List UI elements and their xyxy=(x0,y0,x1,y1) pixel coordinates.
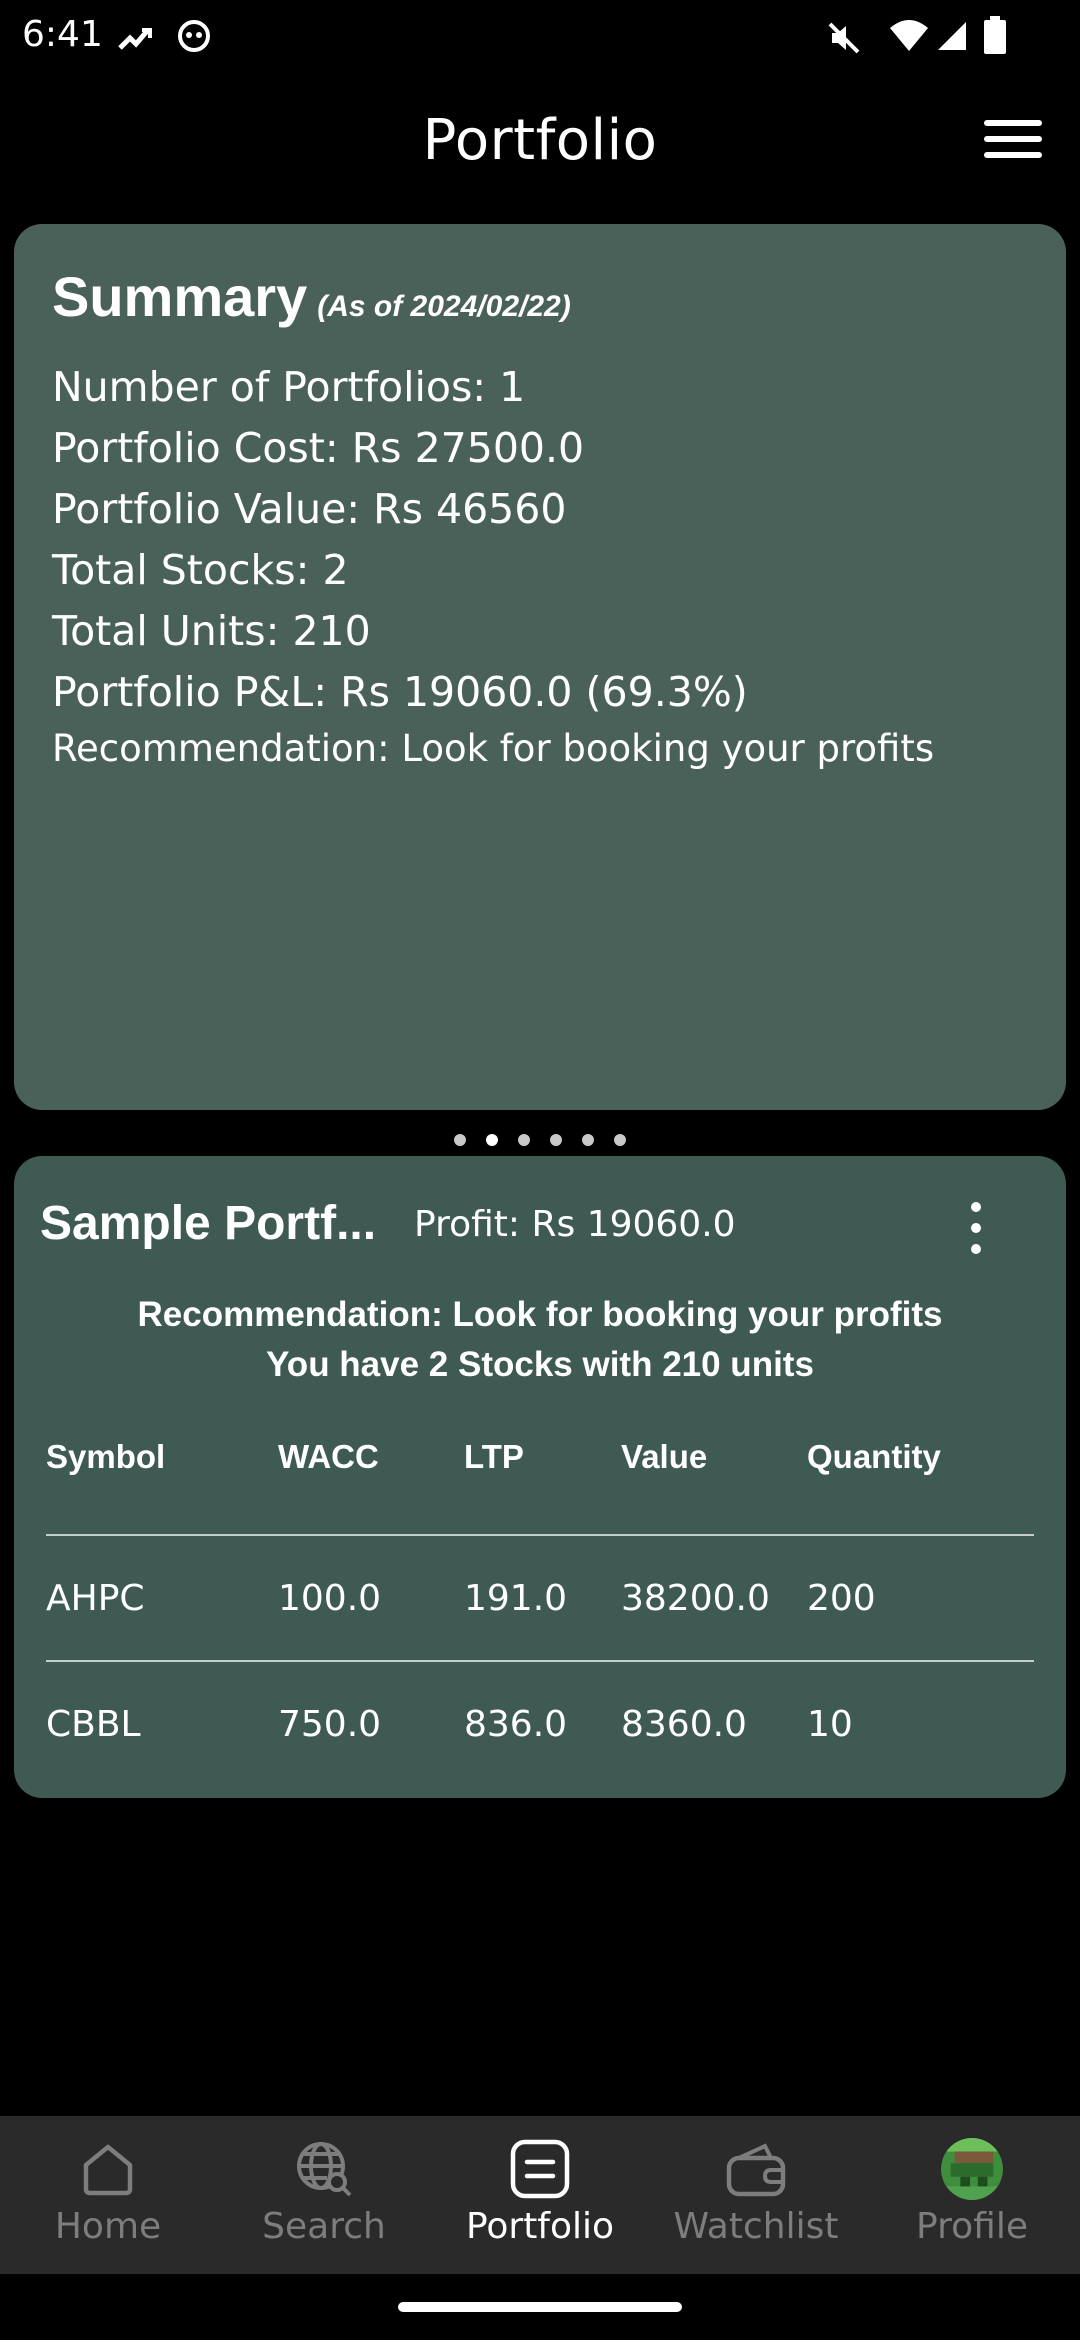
cell-ltp: 836.0 xyxy=(464,1703,568,1745)
status-bar: 6:41 xyxy=(0,0,1080,80)
nav-label-profile: Profile xyxy=(916,2206,1028,2247)
summary-recommendation: Recommendation: Look for booking your pr… xyxy=(52,727,935,770)
portfolio-stocks-summary: You have 2 Stocks with 210 units xyxy=(266,1345,814,1384)
table-row[interactable]: AHPC 100.0 191.0 38200.0 200 xyxy=(46,1536,1034,1662)
menu-icon-bar xyxy=(984,120,1042,126)
summary-date: (As of 2024/02/22) xyxy=(317,290,571,323)
more-vert-icon-dot xyxy=(971,1202,981,1212)
more-vert-icon-dot xyxy=(971,1244,981,1254)
summary-total-stocks: Total Stocks: 2 xyxy=(52,546,349,594)
cell-symbol: CBBL xyxy=(46,1703,141,1745)
cell-value: 38200.0 xyxy=(621,1577,770,1619)
cell-ltp: 191.0 xyxy=(464,1577,568,1619)
cell-quantity: 200 xyxy=(807,1577,876,1619)
cell-wacc: 100.0 xyxy=(278,1577,382,1619)
table-header-row: Symbol WACC LTP Value Quantity xyxy=(46,1426,1034,1536)
summary-portfolio-value: Portfolio Value: Rs 46560 xyxy=(52,485,567,533)
page-dot[interactable] xyxy=(518,1134,530,1146)
holdings-table: Symbol WACC LTP Value Quantity AHPC 100.… xyxy=(46,1426,1034,1786)
portfolio-card[interactable]: Sample Portf... Profit: Rs 19060.0 Recom… xyxy=(14,1156,1066,1798)
summary-card[interactable]: Summary (As of 2024/02/22) Number of Por… xyxy=(14,224,1066,1110)
cell-wacc: 750.0 xyxy=(278,1703,382,1745)
nav-portfolio[interactable]: Portfolio xyxy=(432,2116,648,2274)
page-dot-active[interactable] xyxy=(486,1134,498,1146)
nav-profile[interactable]: Profile xyxy=(864,2116,1080,2274)
cell-quantity: 10 xyxy=(807,1703,853,1745)
nav-label-home: Home xyxy=(54,2206,162,2247)
nav-label-search: Search xyxy=(262,2206,386,2247)
battery-icon xyxy=(984,16,1006,54)
portfolio-profit: Profit: Rs 19060.0 xyxy=(414,1204,736,1245)
column-header-quantity: Quantity xyxy=(807,1438,941,1475)
cell-symbol: AHPC xyxy=(46,1577,145,1619)
more-vert-icon-dot xyxy=(971,1223,981,1233)
page-title: Portfolio xyxy=(422,108,658,173)
page-dot[interactable] xyxy=(454,1134,466,1146)
status-time: 6:41 xyxy=(22,14,103,55)
menu-icon-bar xyxy=(984,136,1042,142)
menu-icon-bar xyxy=(984,152,1042,158)
globe-search-icon xyxy=(293,2138,355,2200)
page-indicator xyxy=(0,1134,1080,1146)
portfolio-recommendation-block: Recommendation: Look for booking your pr… xyxy=(14,1290,1066,1390)
column-header-wacc: WACC xyxy=(278,1438,379,1475)
portfolio-recommendation: Recommendation: Look for booking your pr… xyxy=(137,1295,943,1334)
bottom-navigation: Home Search Portfolio Watchlist Profile xyxy=(0,2116,1080,2274)
portfolio-name: Sample Portf... xyxy=(40,1197,377,1250)
column-header-value: Value xyxy=(621,1438,708,1475)
nav-label-watchlist: Watchlist xyxy=(673,2206,839,2247)
summary-lines: Number of Portfolios: 1 Portfolio Cost: … xyxy=(52,357,1028,775)
app-header: Portfolio xyxy=(0,90,1080,200)
mute-icon xyxy=(828,22,860,54)
column-header-ltp: LTP xyxy=(464,1438,524,1475)
summary-portfolio-cost: Portfolio Cost: Rs 27500.0 xyxy=(52,424,585,472)
nav-search[interactable]: Search xyxy=(216,2116,432,2274)
portfolio-icon xyxy=(509,2138,571,2200)
signal-icon xyxy=(938,22,966,50)
nav-label-portfolio: Portfolio xyxy=(465,2206,615,2247)
more-options-button[interactable] xyxy=(964,1202,988,1254)
nav-home[interactable]: Home xyxy=(0,2116,216,2274)
nav-watchlist[interactable]: Watchlist xyxy=(648,2116,864,2274)
table-row[interactable]: CBBL 750.0 836.0 8360.0 10 xyxy=(46,1662,1034,1786)
home-icon xyxy=(77,2138,139,2200)
app-notification-icon xyxy=(178,20,210,52)
wallet-icon xyxy=(725,2138,787,2200)
avatar-icon xyxy=(941,2138,1003,2200)
page-dot[interactable] xyxy=(582,1134,594,1146)
trend-icon xyxy=(118,28,152,50)
summary-title: Summary xyxy=(52,265,308,328)
summary-portfolio-count: Number of Portfolios: 1 xyxy=(52,363,526,411)
home-indicator[interactable] xyxy=(398,2302,682,2312)
page-dot[interactable] xyxy=(614,1134,626,1146)
cell-value: 8360.0 xyxy=(621,1703,747,1745)
summary-total-units: Total Units: 210 xyxy=(52,607,371,655)
wifi-icon xyxy=(890,20,928,51)
summary-heading: Summary (As of 2024/02/22) xyxy=(52,264,1028,329)
page-dot[interactable] xyxy=(550,1134,562,1146)
column-header-symbol: Symbol xyxy=(46,1438,166,1475)
summary-pnl: Portfolio P&L: Rs 19060.0 (69.3%) xyxy=(52,668,748,716)
hamburger-menu-button[interactable] xyxy=(984,120,1042,168)
